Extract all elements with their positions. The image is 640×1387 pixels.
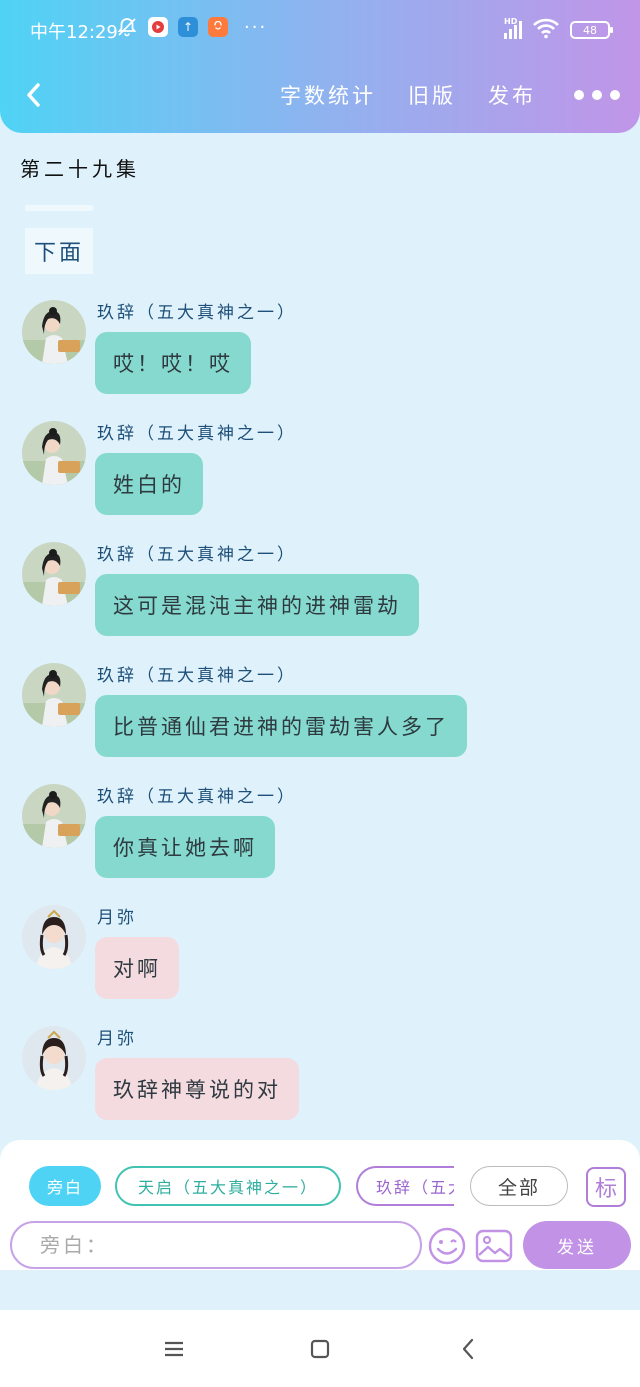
speaker-name: 月弥 — [97, 1029, 137, 1049]
jiuci-avatar[interactable] — [22, 542, 86, 606]
chip-narration[interactable]: 旁白 — [29, 1166, 101, 1206]
message-bubble[interactable]: 比普通仙君进神的雷劫害人多了 — [95, 695, 467, 757]
chip-jiuci[interactable]: 玖辞（五大 — [356, 1166, 454, 1206]
chip-all[interactable]: 全部 — [470, 1166, 568, 1206]
role-chips: 旁白 天启（五大真神之一） 玖辞（五大 全部 — [0, 1166, 640, 1208]
send-button[interactable]: 发送 — [523, 1221, 631, 1269]
emoji-icon[interactable] — [427, 1226, 467, 1266]
speaker-name: 玖辞（五大真神之一） — [97, 303, 297, 323]
chat-message: 月弥 对啊 — [22, 905, 622, 1005]
chat-message: 玖辞（五大真神之一） 姓白的 — [22, 421, 622, 521]
word-count-link[interactable]: 字数统计 — [280, 80, 376, 110]
more-menu-icon[interactable] — [574, 90, 620, 100]
jiuci-avatar[interactable] — [22, 784, 86, 848]
system-back-icon[interactable] — [454, 1334, 484, 1364]
notification-icons: ↑ ··· — [116, 16, 267, 38]
message-bubble[interactable]: 你真让她去啊 — [95, 816, 275, 878]
status-right: HD 48 — [504, 17, 613, 43]
status-time: 中午12:29 — [30, 22, 118, 43]
bell-muted-icon — [116, 16, 138, 38]
mark-button[interactable]: 标 — [586, 1167, 626, 1207]
jiuci-avatar[interactable] — [22, 663, 86, 727]
yuemi-avatar[interactable] — [22, 905, 86, 969]
publish-link[interactable]: 发布 — [488, 80, 536, 110]
status-bar: 中午12:29 ↑ ··· HD 48 — [0, 14, 640, 46]
chat-message: 玖辞（五大真神之一） 哎！哎！哎 — [22, 300, 622, 400]
yuemi-avatar[interactable] — [22, 1026, 86, 1090]
divider — [25, 205, 93, 211]
jiuci-avatar[interactable] — [22, 300, 86, 364]
message-input[interactable] — [12, 1223, 420, 1267]
jiuci-avatar[interactable] — [22, 421, 86, 485]
episode-title: 第二十九集 — [20, 157, 140, 181]
battery-icon: 48 — [570, 21, 613, 39]
network-label: HD — [504, 17, 518, 26]
nav-links: 字数统计 旧版 发布 — [248, 80, 620, 110]
speaker-name: 玖辞（五大真神之一） — [97, 545, 297, 565]
message-bubble[interactable]: 哎！哎！哎 — [95, 332, 251, 394]
message-bubble[interactable]: 这可是混沌主神的进神雷劫 — [95, 574, 419, 636]
speaker-name: 玖辞（五大真神之一） — [97, 787, 297, 807]
shop-app-icon — [208, 17, 228, 37]
chat-message: 玖辞（五大真神之一） 你真让她去啊 — [22, 784, 622, 884]
chat-message: 玖辞（五大真神之一） 比普通仙君进神的雷劫害人多了 — [22, 663, 622, 763]
video-app-icon — [148, 17, 168, 37]
signal-icon: HD — [504, 17, 522, 39]
chat-message: 月弥 玖辞神尊说的对 — [22, 1026, 622, 1126]
speaker-name: 月弥 — [97, 908, 137, 928]
system-nav-bar — [0, 1310, 640, 1387]
speaker-name: 玖辞（五大真神之一） — [97, 424, 297, 444]
message-bubble[interactable]: 玖辞神尊说的对 — [95, 1058, 299, 1120]
message-bubble[interactable]: 姓白的 — [95, 453, 203, 515]
wifi-icon — [532, 17, 560, 43]
message-bubble[interactable]: 对啊 — [95, 937, 179, 999]
speaker-name: 玖辞（五大真神之一） — [97, 666, 297, 686]
back-icon[interactable] — [20, 78, 50, 112]
upload-app-icon: ↑ — [178, 17, 198, 37]
section-label[interactable]: 下面 — [25, 228, 93, 274]
more-notifications-icon: ··· — [244, 16, 268, 38]
chat-message: 玖辞（五大真神之一） 这可是混沌主神的进神雷劫 — [22, 542, 622, 642]
chip-tianqi[interactable]: 天启（五大真神之一） — [115, 1166, 341, 1206]
app-header: 中午12:29 ↑ ··· HD 48 字数统计 旧版 发布 — [0, 0, 640, 133]
image-icon[interactable] — [474, 1226, 514, 1266]
home-icon[interactable] — [305, 1334, 335, 1364]
nav-bar: 字数统计 旧版 发布 — [0, 70, 640, 120]
menu-icon[interactable] — [159, 1334, 189, 1364]
old-version-link[interactable]: 旧版 — [408, 80, 456, 110]
message-input-wrapper — [10, 1221, 422, 1269]
